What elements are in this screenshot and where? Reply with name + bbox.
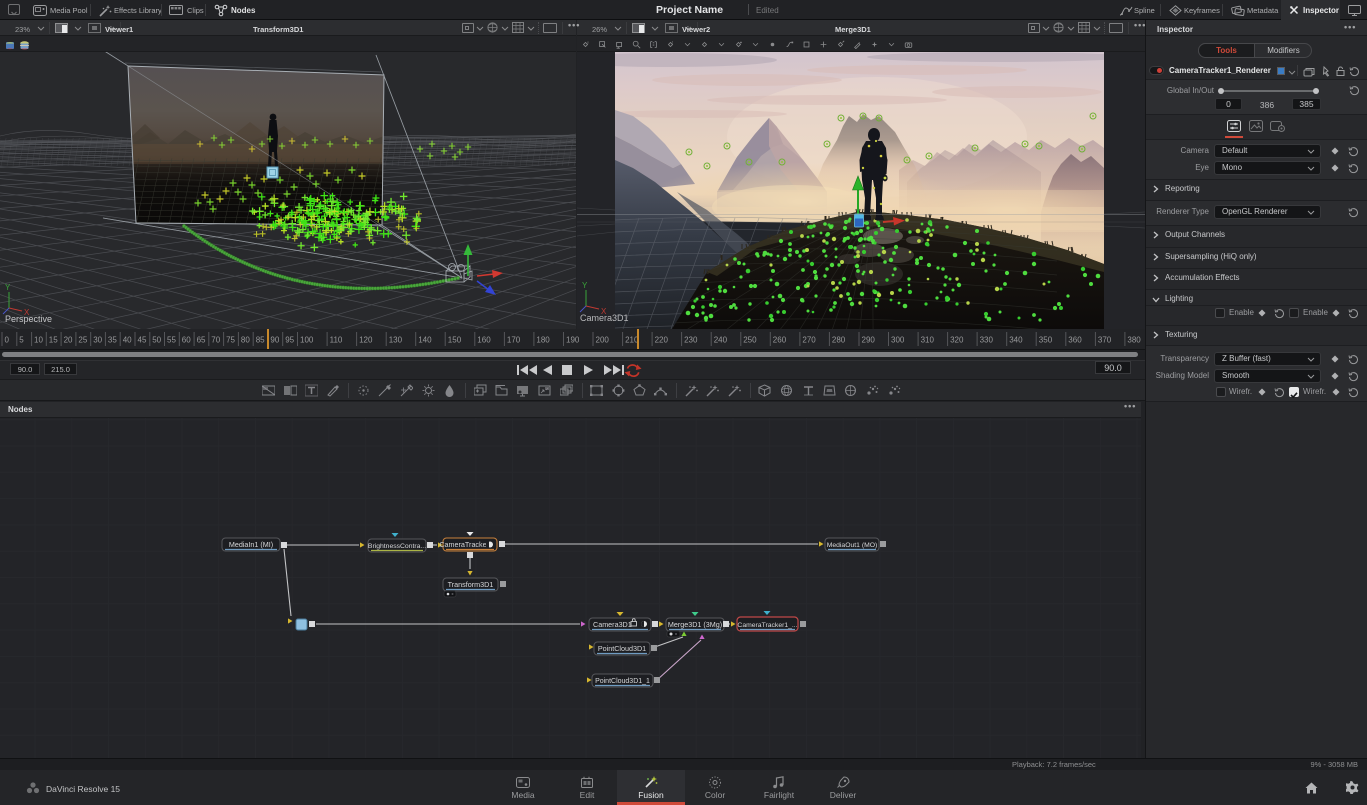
svg-text:PointCloud3D1_1: PointCloud3D1_1 bbox=[595, 678, 650, 685]
svg-text:MediaIn1 (MI): MediaIn1 (MI) bbox=[229, 540, 273, 549]
svg-text:BrightnessContra...: BrightnessContra... bbox=[368, 543, 426, 550]
svg-text:PointCloud3D1: PointCloud3D1 bbox=[598, 644, 646, 653]
svg-text:CameraTracker1_...: CameraTracker1_... bbox=[737, 622, 797, 629]
svg-text:Transform3D1: Transform3D1 bbox=[448, 580, 494, 589]
svg-text:Camera3D1: Camera3D1 bbox=[593, 620, 632, 629]
svg-text:CameraTracke...: CameraTracke... bbox=[439, 540, 492, 549]
svg-text:Merge3D1 (3Mg): Merge3D1 (3Mg) bbox=[668, 620, 722, 629]
svg-text:MediaOut1 (MO): MediaOut1 (MO) bbox=[827, 542, 878, 549]
